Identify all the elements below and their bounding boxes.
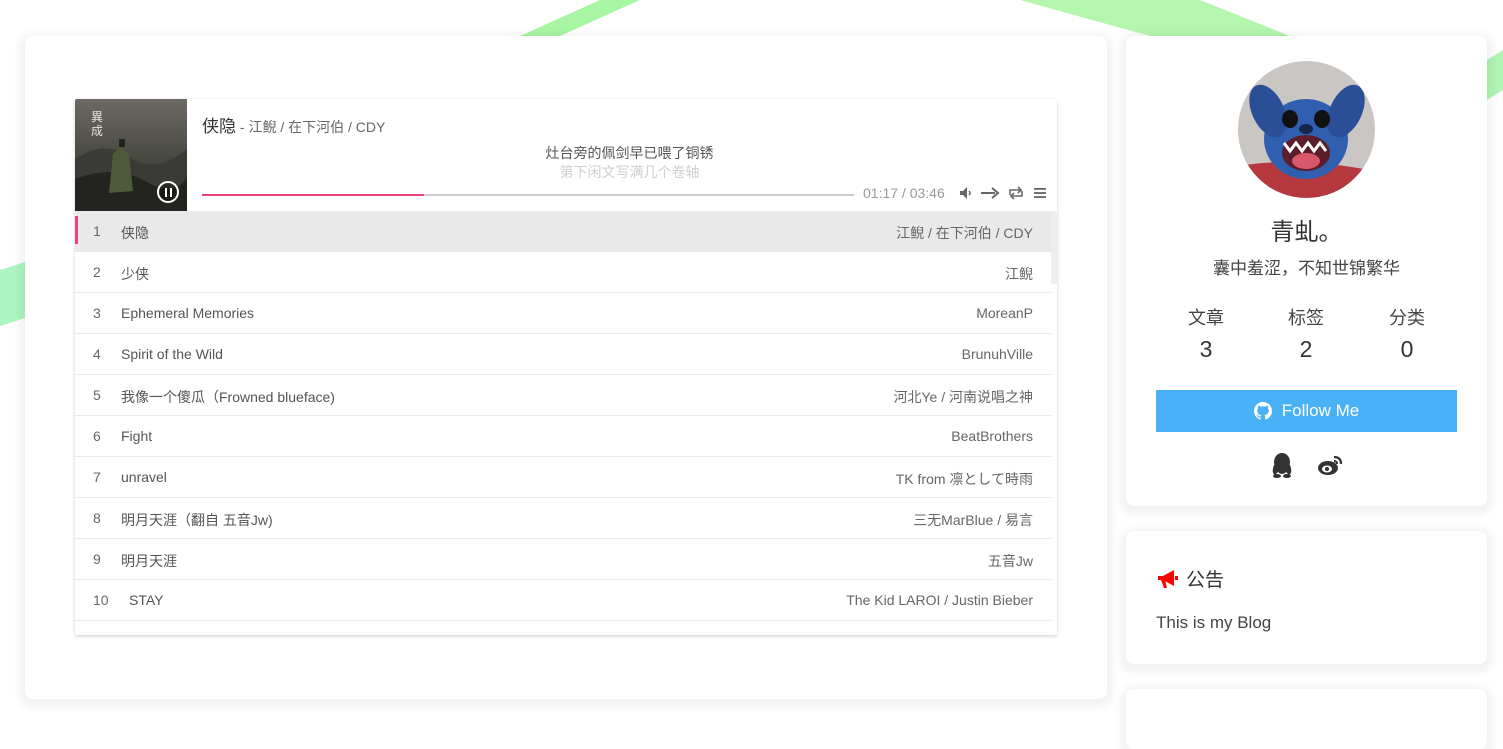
order-icon[interactable] [980, 185, 1000, 201]
github-icon [1253, 402, 1272, 420]
stat-value: 0 [1400, 336, 1414, 362]
track-artist: BeatBrothers [951, 428, 1033, 444]
track-index: 4 [93, 346, 101, 362]
time-current: 01:17 [863, 185, 899, 201]
track-name: Spirit of the Wild [121, 346, 223, 362]
time-sep: / [898, 185, 910, 201]
stat-tags[interactable]: 标签 2 [1266, 304, 1346, 363]
author-description: 囊中羞涩，不知世锦繁华 [1213, 259, 1400, 278]
stat-value: 2 [1299, 336, 1313, 362]
track-name: 少侠 [121, 266, 149, 282]
playlist: 1 侠隐 江鲵 / 在下河伯 / CDY 2 少侠 江鲵 3 Ephemeral Memori… [75, 211, 1051, 621]
playlist-item[interactable]: 10 STAY The Kid LAROI / Justin Bieber [75, 580, 1051, 621]
track-artist: 江鲵 [1005, 266, 1033, 282]
main-content-card: 異 成 侠隐 - 江鲵 / 在下河伯 / CDY 灶台旁的佩剑早已喂了铜锈 第下… [25, 36, 1107, 699]
volume-icon[interactable] [958, 185, 974, 201]
track-artist: TK from 凛として時雨 [895, 471, 1033, 487]
track-name: Ephemeral Memories [121, 305, 255, 321]
stat-articles[interactable]: 文章 3 [1166, 304, 1246, 363]
loop-icon[interactable] [1008, 185, 1024, 201]
track-index: 1 [93, 223, 101, 239]
playlist-item[interactable]: 4 Spirit of the Wild BrunuhVille [75, 334, 1051, 375]
track-artist: BrunuhVille [961, 346, 1033, 362]
playlist-item[interactable]: 8 明月天涯（翻自 五音Jw) 三无MarBlue / 易言 [75, 498, 1051, 539]
track-index: 2 [93, 264, 101, 280]
track-index: 3 [93, 305, 101, 321]
track-index: 7 [93, 469, 101, 485]
track-name: unravel [121, 469, 167, 485]
playlist-item[interactable]: 1 侠隐 江鲵 / 在下河伯 / CDY [75, 211, 1051, 252]
lyric-next: 第下闲文写满几个卷轴 [559, 164, 700, 180]
progress-played [202, 194, 424, 196]
announcement-text: This is my Blog [1156, 613, 1272, 632]
playlist-item[interactable]: 5 我像一个傻瓜（Frowned blueface) 河北Ye / 河南说唱之神 [75, 375, 1051, 416]
time-total: 03:46 [909, 185, 945, 201]
track-name: 侠隐 [121, 225, 149, 241]
playlist-item[interactable]: 2 少侠 江鲵 [75, 252, 1051, 293]
menu-icon[interactable] [1032, 185, 1048, 201]
player-info: 侠隐 - 江鲵 / 在下河伯 / CDY 灶台旁的佩剑早已喂了铜锈 第下闲文写满… [202, 99, 1057, 211]
music-player: 異 成 侠隐 - 江鲵 / 在下河伯 / CDY 灶台旁的佩剑早已喂了铜锈 第下… [75, 99, 1057, 635]
announcement-header: 公告 [1156, 565, 1224, 592]
song-title-line: 侠隐 - 江鲵 / 在下河伯 / CDY [202, 112, 385, 137]
song-author-sep: - [236, 119, 249, 135]
weibo-icon[interactable] [1316, 451, 1344, 479]
playlist-item[interactable]: 9 明月天涯 五音Jw [75, 539, 1051, 580]
stat-categories[interactable]: 分类 0 [1367, 304, 1447, 363]
playlist-scrollbar[interactable] [1051, 211, 1057, 284]
playlist-item[interactable]: 3 Ephemeral Memories MoreanP [75, 293, 1051, 334]
track-index: 8 [93, 510, 101, 526]
track-name: 明月天涯 [121, 553, 177, 569]
stat-label: 文章 [1188, 308, 1224, 328]
track-artist: 三无MarBlue / 易言 [913, 512, 1033, 528]
track-name: 明月天涯（翻自 五音Jw) [121, 512, 273, 528]
pause-icon[interactable] [157, 181, 179, 203]
announcement-card: 公告 This is my Blog [1126, 531, 1487, 664]
svg-text:成: 成 [91, 124, 103, 138]
stat-value: 3 [1199, 336, 1213, 362]
avatar[interactable] [1238, 61, 1375, 198]
track-index: 6 [93, 428, 101, 444]
track-index: 10 [93, 592, 109, 608]
follow-me-button[interactable]: Follow Me [1156, 390, 1457, 432]
stat-label: 标签 [1288, 308, 1324, 328]
song-title: 侠隐 [202, 117, 236, 136]
playlist-item[interactable]: 6 Fight BeatBrothers [75, 416, 1051, 457]
track-index: 5 [93, 387, 101, 403]
track-name: 我像一个傻瓜（Frowned blueface) [121, 389, 335, 405]
next-sidebar-card [1126, 689, 1487, 749]
author-info-card: 青虬。 囊中羞涩，不知世锦繁华 文章 3 标签 2 分类 0 Follow Me [1126, 36, 1487, 506]
bullhorn-icon [1158, 569, 1178, 588]
author-name: 青虬。 [1270, 219, 1343, 246]
follow-me-label: Follow Me [1281, 401, 1360, 420]
track-name: Fight [121, 428, 153, 444]
song-author: 江鲵 / 在下河伯 / CDY [248, 119, 386, 135]
time-display: 01:17 / 03:46 [863, 185, 945, 201]
album-cover: 異 成 [75, 99, 187, 211]
svg-text:異: 異 [91, 110, 103, 124]
qq-icon[interactable] [1268, 451, 1296, 479]
playlist-item[interactable]: 7 unravel TK from 凛として時雨 [75, 457, 1051, 498]
track-artist: 五音Jw [987, 553, 1033, 569]
progress-bar[interactable] [202, 191, 854, 199]
lyric-current: 灶台旁的佩剑早已喂了铜锈 [545, 145, 714, 161]
track-artist: MoreanP [976, 305, 1033, 321]
announcement-title: 公告 [1186, 570, 1225, 591]
current-track-marker [75, 216, 78, 244]
track-index: 9 [93, 551, 101, 567]
track-name: STAY [129, 592, 164, 608]
stat-label: 分类 [1389, 308, 1425, 328]
track-artist: 河北Ye / 河南说唱之神 [893, 389, 1033, 405]
track-artist: The Kid LAROI / Justin Bieber [846, 592, 1033, 608]
track-artist: 江鲵 / 在下河伯 / CDY [896, 225, 1033, 241]
